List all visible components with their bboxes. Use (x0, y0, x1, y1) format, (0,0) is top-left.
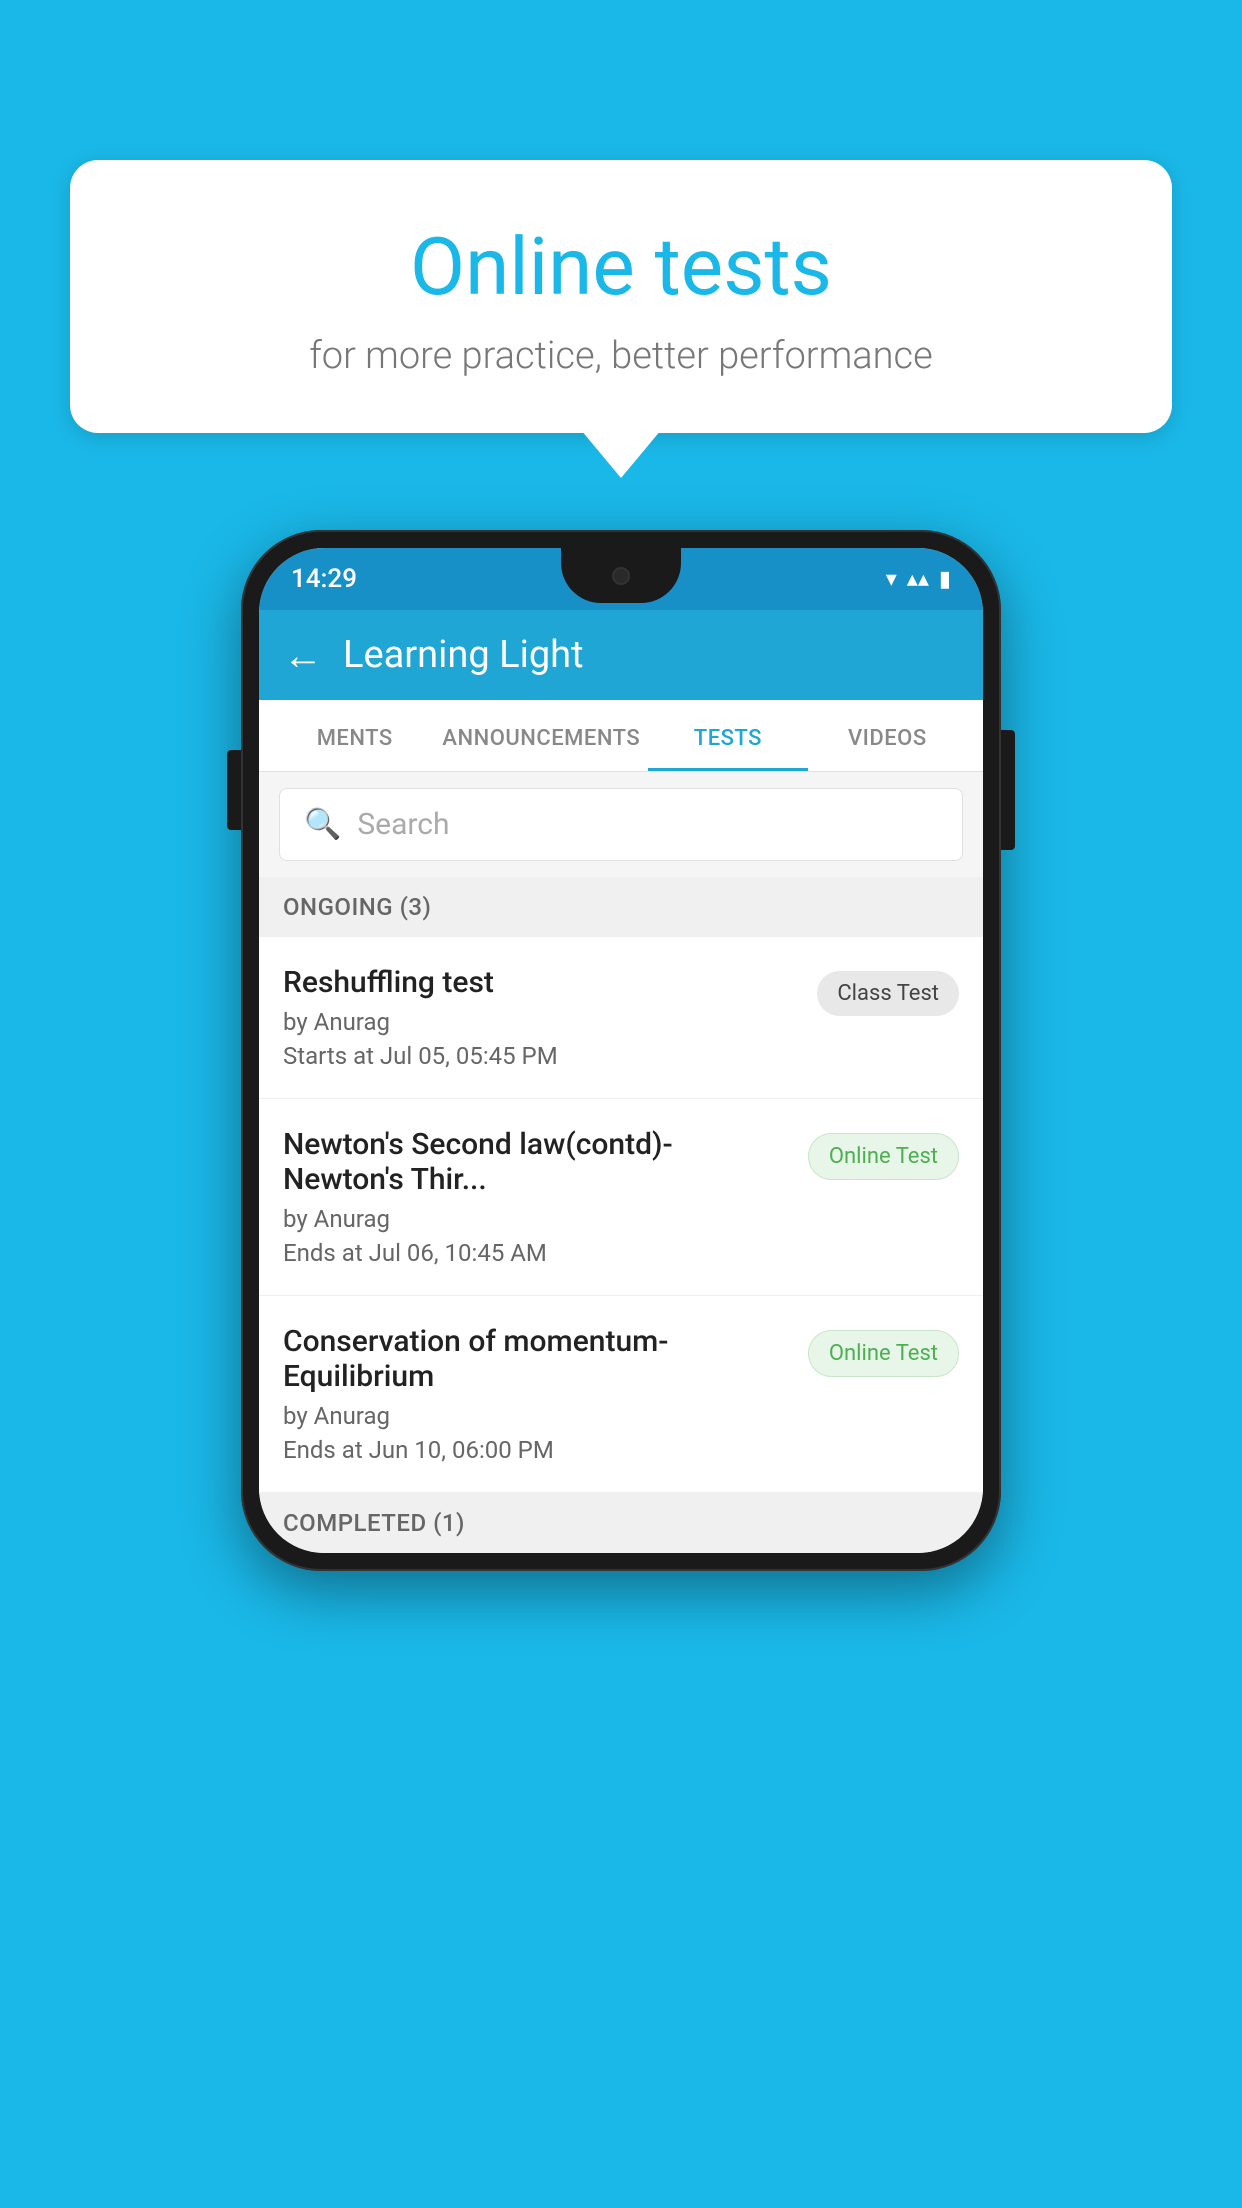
status-time: 14:29 (291, 564, 357, 594)
completed-header: COMPLETED (1) (259, 1493, 983, 1553)
search-container: 🔍 Search (259, 772, 983, 877)
promo-title: Online tests (120, 220, 1122, 314)
test-info: Reshuffling test by Anurag Starts at Jul… (283, 965, 801, 1070)
ongoing-header: ONGOING (3) (259, 877, 983, 937)
tab-ments[interactable]: MENTS (275, 700, 434, 771)
test-name: Reshuffling test (283, 965, 801, 1000)
test-by: by Anurag (283, 1205, 792, 1233)
search-icon: 🔍 (304, 807, 341, 842)
test-list: Reshuffling test by Anurag Starts at Jul… (259, 937, 983, 1493)
test-by: by Anurag (283, 1008, 801, 1036)
test-name: Newton's Second law(contd)-Newton's Thir… (283, 1127, 792, 1197)
promo-card: Online tests for more practice, better p… (70, 160, 1172, 433)
back-button[interactable]: ← (283, 632, 323, 679)
test-badge-class: Class Test (817, 971, 959, 1016)
tab-videos[interactable]: VIDEOS (808, 700, 967, 771)
app-bar: ← Learning Light (259, 610, 983, 700)
status-icons: ▾ ▴▴ ▮ (886, 567, 951, 592)
phone-mockup: 14:29 ▾ ▴▴ ▮ ← Learning Light MENTS ANNO… (241, 530, 1001, 1571)
tab-bar: MENTS ANNOUNCEMENTS TESTS VIDEOS (259, 700, 983, 772)
camera (612, 567, 630, 585)
test-time: Ends at Jun 10, 06:00 PM (283, 1436, 792, 1464)
wifi-icon: ▾ (886, 567, 897, 592)
test-badge-online-2: Online Test (808, 1330, 959, 1377)
status-bar: 14:29 ▾ ▴▴ ▮ (259, 548, 983, 610)
test-info: Conservation of momentum-Equilibrium by … (283, 1324, 792, 1464)
tab-announcements[interactable]: ANNOUNCEMENTS (434, 700, 648, 771)
search-input[interactable]: Search (357, 807, 449, 842)
notch (561, 548, 681, 603)
app-title: Learning Light (343, 633, 584, 677)
test-by: by Anurag (283, 1402, 792, 1430)
promo-subtitle: for more practice, better performance (120, 334, 1122, 378)
test-time: Starts at Jul 05, 05:45 PM (283, 1042, 801, 1070)
search-bar[interactable]: 🔍 Search (279, 788, 963, 861)
test-item[interactable]: Conservation of momentum-Equilibrium by … (259, 1296, 983, 1493)
test-item[interactable]: Reshuffling test by Anurag Starts at Jul… (259, 937, 983, 1099)
test-name: Conservation of momentum-Equilibrium (283, 1324, 792, 1394)
phone-screen: 14:29 ▾ ▴▴ ▮ ← Learning Light MENTS ANNO… (259, 548, 983, 1553)
signal-icon: ▴▴ (907, 567, 929, 592)
battery-icon: ▮ (939, 567, 951, 592)
test-item[interactable]: Newton's Second law(contd)-Newton's Thir… (259, 1099, 983, 1296)
test-time: Ends at Jul 06, 10:45 AM (283, 1239, 792, 1267)
test-badge-online: Online Test (808, 1133, 959, 1180)
phone-frame: 14:29 ▾ ▴▴ ▮ ← Learning Light MENTS ANNO… (241, 530, 1001, 1571)
tab-tests[interactable]: TESTS (648, 700, 807, 771)
test-info: Newton's Second law(contd)-Newton's Thir… (283, 1127, 792, 1267)
